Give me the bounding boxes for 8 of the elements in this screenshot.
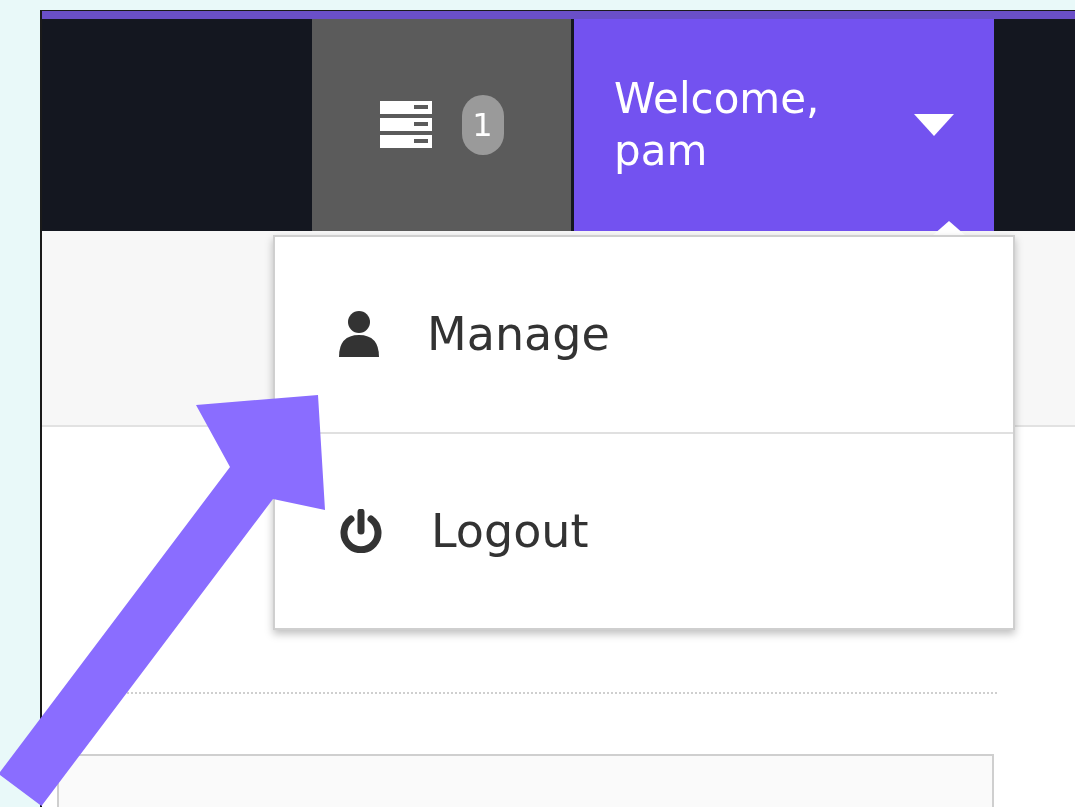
caret-icon bbox=[914, 114, 954, 136]
menu-item[interactable]: Manage bbox=[275, 237, 1013, 432]
power-icon bbox=[339, 508, 383, 553]
user-menu-button[interactable]: Welcome, pam bbox=[574, 19, 994, 231]
user-icon bbox=[339, 311, 379, 358]
notification-badge: 1 bbox=[461, 95, 504, 155]
input-field[interactable] bbox=[57, 754, 994, 807]
server-icon[interactable] bbox=[379, 101, 432, 149]
